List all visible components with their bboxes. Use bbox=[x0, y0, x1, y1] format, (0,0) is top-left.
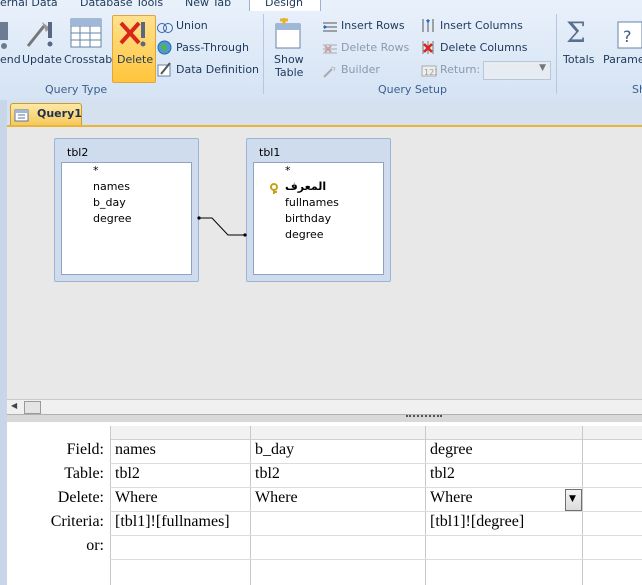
field-item[interactable]: fullnames bbox=[285, 196, 339, 209]
grid-cell-table[interactable]: tbl2 bbox=[115, 465, 140, 483]
document-frame-left bbox=[0, 100, 7, 585]
group-label-query-setup: Query Setup bbox=[378, 83, 447, 96]
grid-vline bbox=[582, 426, 583, 585]
insert-columns-icon bbox=[421, 18, 435, 37]
chevron-down-icon: ▼ bbox=[569, 494, 576, 504]
grid-hline bbox=[110, 487, 642, 488]
delete-rows-icon bbox=[322, 41, 338, 60]
field-item[interactable]: * bbox=[285, 164, 291, 177]
grid-vline bbox=[110, 426, 111, 585]
row-label-criteria: Criteria: bbox=[50, 513, 104, 530]
pass-through-button[interactable]: Pass-Through bbox=[176, 41, 249, 54]
grid-hline bbox=[110, 463, 642, 464]
query-tab-icon bbox=[14, 107, 30, 126]
grid-cell-delete[interactable]: Where bbox=[115, 489, 158, 507]
update-icon bbox=[24, 18, 56, 54]
builder-icon bbox=[322, 63, 338, 82]
group-separator bbox=[556, 14, 557, 94]
tab-query1-label: Query1 bbox=[37, 107, 82, 120]
field-item[interactable]: b_day bbox=[93, 196, 126, 209]
insert-columns-button[interactable]: Insert Columns bbox=[440, 19, 523, 32]
svg-text:123: 123 bbox=[424, 68, 437, 77]
primary-key-icon bbox=[269, 180, 279, 199]
insert-rows-icon bbox=[322, 19, 338, 38]
return-label: Return: bbox=[440, 63, 481, 76]
tab-new-tab[interactable]: New Tab bbox=[185, 0, 231, 9]
append-icon bbox=[0, 18, 14, 54]
crosstab-button[interactable]: Crosstab bbox=[64, 53, 112, 66]
group-separator bbox=[263, 14, 264, 94]
grid-vline bbox=[250, 426, 251, 585]
grid-column-selector-row[interactable] bbox=[110, 426, 642, 440]
tab-external-data[interactable]: ernal Data bbox=[0, 0, 58, 9]
splitter-grip-icon bbox=[406, 415, 442, 420]
parameters-button[interactable]: Paramet bbox=[603, 53, 642, 66]
group-label-show-hide: Sh bbox=[632, 83, 642, 96]
append-button[interactable]: end bbox=[0, 53, 21, 66]
row-label-delete: Delete: bbox=[57, 489, 104, 506]
document-tab-strip bbox=[7, 100, 642, 127]
grid-cell-delete[interactable]: Where bbox=[255, 489, 298, 507]
union-button[interactable]: Union bbox=[176, 19, 208, 32]
return-select[interactable]: ▼ bbox=[483, 61, 551, 80]
update-button[interactable]: Update bbox=[22, 53, 62, 66]
field-item-primary-key[interactable]: المعرف bbox=[285, 180, 326, 193]
show-table-label-2[interactable]: Table bbox=[275, 66, 303, 79]
field-item[interactable]: birthday bbox=[285, 212, 331, 225]
group-label-query-type: Query Type bbox=[45, 83, 108, 96]
grid-cell-criteria[interactable]: [tbl1]![fullnames] bbox=[115, 513, 230, 531]
crosstab-icon bbox=[70, 18, 102, 52]
grid-cell-table[interactable]: tbl2 bbox=[255, 465, 280, 483]
delete-button[interactable]: Delete bbox=[117, 53, 153, 66]
delete-columns-icon bbox=[421, 40, 435, 59]
grid-cell-field[interactable]: names bbox=[115, 441, 156, 459]
join-line[interactable] bbox=[196, 212, 248, 240]
data-definition-button[interactable]: Data Definition bbox=[176, 63, 259, 76]
show-table-icon bbox=[274, 16, 304, 54]
grid-cell-criteria[interactable]: [tbl1]![degree] bbox=[430, 513, 524, 531]
row-label-field: Field: bbox=[66, 441, 104, 458]
grid-cell-field[interactable]: degree bbox=[430, 441, 473, 459]
tab-design[interactable]: Design bbox=[265, 0, 303, 9]
grid-vline bbox=[425, 426, 426, 585]
tab-database-tools[interactable]: Database Tools bbox=[80, 0, 163, 9]
builder-button[interactable]: Builder bbox=[341, 63, 380, 76]
scroll-thumb[interactable] bbox=[24, 401, 41, 414]
scroll-left-arrow-icon[interactable]: ◀ bbox=[11, 401, 17, 410]
parameters-icon: ? bbox=[617, 20, 642, 54]
field-item[interactable]: degree bbox=[93, 212, 132, 225]
delete-dropdown-button[interactable]: ▼ bbox=[565, 489, 582, 511]
table-title-tbl2: tbl2 bbox=[67, 146, 89, 159]
grid-hline bbox=[110, 559, 642, 560]
insert-rows-button[interactable]: Insert Rows bbox=[341, 19, 405, 32]
delete-rows-button[interactable]: Delete Rows bbox=[341, 41, 409, 54]
totals-button[interactable]: Totals bbox=[563, 53, 594, 66]
grid-cell-table[interactable]: tbl2 bbox=[430, 465, 455, 483]
return-icon: 123 bbox=[421, 63, 439, 82]
delete-columns-button[interactable]: Delete Columns bbox=[440, 41, 528, 54]
data-definition-icon bbox=[157, 62, 172, 81]
table-title-tbl1: tbl1 bbox=[259, 146, 281, 159]
row-label-or: or: bbox=[86, 537, 104, 554]
grid-cell-field[interactable]: b_day bbox=[255, 441, 294, 459]
grid-hline bbox=[110, 511, 642, 512]
delete-query-icon bbox=[118, 20, 148, 54]
grid-cell-delete[interactable]: Where bbox=[430, 489, 473, 507]
row-label-table: Table: bbox=[64, 465, 104, 482]
union-icon bbox=[157, 19, 173, 38]
horizontal-scrollbar[interactable] bbox=[7, 399, 642, 415]
chevron-down-icon: ▼ bbox=[539, 63, 546, 73]
show-table-label-1[interactable]: Show bbox=[274, 53, 304, 66]
field-item[interactable]: names bbox=[93, 180, 130, 193]
svg-text:?: ? bbox=[623, 27, 632, 46]
grid-hline bbox=[110, 535, 642, 536]
globe-icon bbox=[157, 40, 172, 59]
field-item[interactable]: * bbox=[93, 164, 99, 177]
totals-sigma-icon: Σ bbox=[566, 16, 586, 49]
field-item[interactable]: degree bbox=[285, 228, 324, 241]
